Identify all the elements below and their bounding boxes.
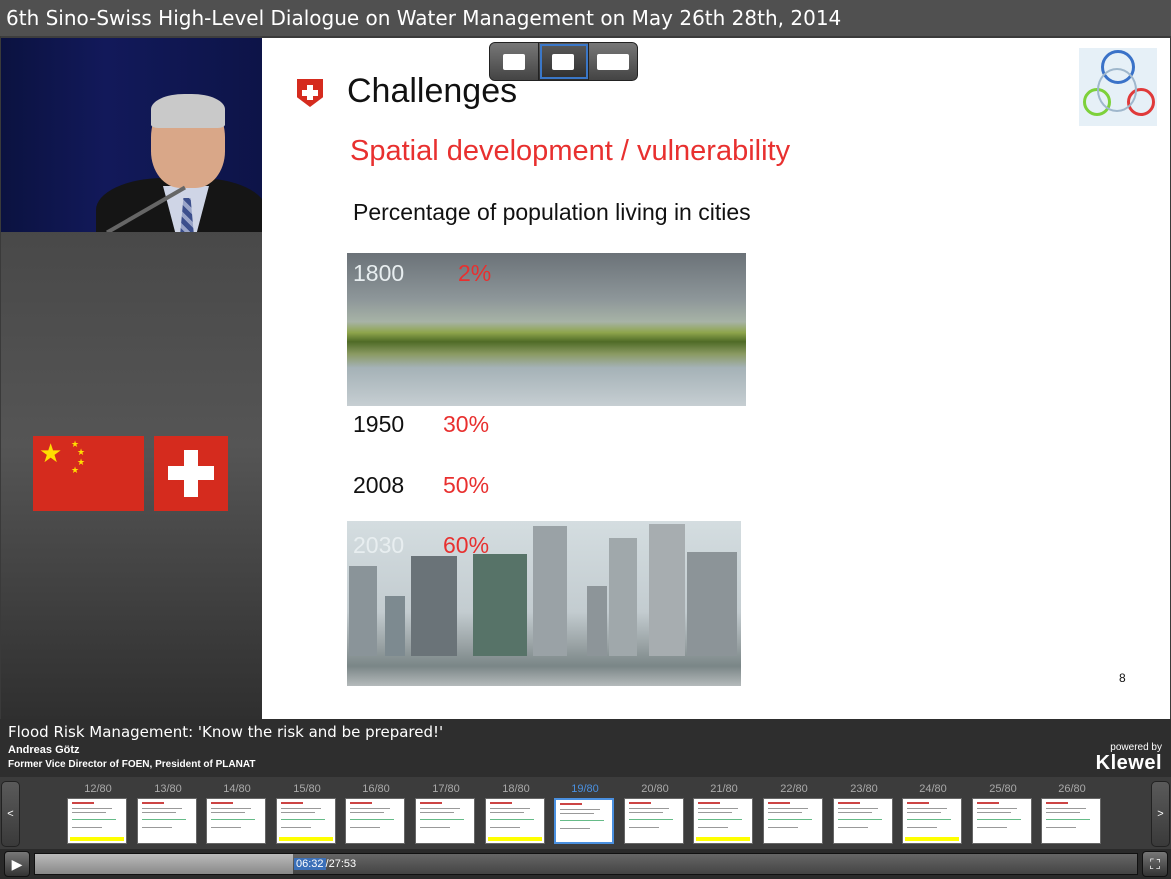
slide-thumbnail[interactable]: 13/80 — [137, 782, 199, 846]
speaker-hair — [151, 94, 225, 128]
person-slide-icon — [596, 53, 629, 70]
slide-thumbnail[interactable]: 22/80 — [763, 782, 825, 846]
slide-thumbnail[interactable]: 18/80 — [485, 782, 547, 846]
thumbnail-preview — [902, 798, 962, 844]
thumbnail-number: 14/80 — [223, 783, 251, 795]
person-icon — [503, 53, 526, 70]
time-display: 06:32/27:53 — [286, 854, 356, 874]
thumbnail-number: 22/80 — [780, 783, 808, 795]
slide-subtitle: Spatial development / vulnerability — [350, 135, 791, 167]
talk-title: Flood Risk Management: 'Know the risk an… — [8, 723, 444, 741]
thumbnail-preview — [276, 798, 336, 844]
thumbnail-preview — [972, 798, 1032, 844]
klewel-logo[interactable]: Klewel — [1096, 752, 1162, 775]
slide-thumbnail[interactable]: 12/80 — [67, 782, 129, 846]
thumbnail-preview — [206, 798, 266, 844]
thumbnail-preview — [763, 798, 823, 844]
thumbnail-number: 19/80 — [571, 783, 599, 795]
window-title: 6th Sino-Swiss High-Level Dialogue on Wa… — [0, 0, 1171, 36]
speaker-video[interactable] — [1, 38, 262, 232]
thumbnail-preview — [137, 798, 197, 844]
slide-thumbnail[interactable]: 19/80 — [554, 782, 616, 846]
slide-thumbnail[interactable]: 23/80 — [833, 782, 895, 846]
talk-info-bar: Flood Risk Management: 'Know the risk an… — [0, 719, 1171, 777]
fullscreen-button[interactable]: ⛶ — [1142, 851, 1168, 877]
thumbnail-number: 13/80 — [154, 783, 182, 795]
slide-thumbnail[interactable]: 17/80 — [415, 782, 477, 846]
thumbnails-next-button[interactable]: > — [1151, 781, 1170, 847]
slide-thumbnail[interactable]: 25/80 — [972, 782, 1034, 846]
slide-icon — [552, 53, 575, 70]
thumbnail-number: 16/80 — [362, 783, 390, 795]
thumbnail-number: 21/80 — [710, 783, 738, 795]
china-flag-icon: ★ ★ ★ ★ ★ — [33, 436, 144, 511]
view-slides-button[interactable] — [539, 43, 589, 80]
thumbnail-number: 15/80 — [293, 783, 321, 795]
progress-fill — [35, 854, 294, 874]
switzerland-flag-icon — [154, 436, 228, 511]
thumbnails-prev-button[interactable]: < — [1, 781, 20, 847]
year-1800: 1800 — [353, 260, 405, 286]
percent-1950: 30% — [443, 411, 490, 437]
year-1950: 1950 — [353, 411, 405, 437]
thumbnail-preview — [485, 798, 545, 844]
thumbnail-preview — [693, 798, 753, 844]
duration: /27:53 — [325, 858, 357, 870]
landscape-image — [347, 253, 746, 406]
progress-bar[interactable]: 06:32/27:53 — [34, 853, 1138, 875]
thumbnail-preview — [415, 798, 475, 844]
view-video-and-slides-button[interactable] — [588, 43, 637, 80]
fullscreen-icon: ⛶ — [1150, 855, 1160, 872]
speaker-name: Andreas Götz — [8, 744, 80, 756]
water-dialogue-logo — [1079, 48, 1157, 126]
slide-thumbnail[interactable]: 15/80 — [276, 782, 338, 846]
thumbnail-preview — [554, 798, 614, 844]
slide-thumbnail[interactable]: 26/80 — [1041, 782, 1103, 846]
skyline-image — [347, 521, 741, 686]
slide-thumbnail[interactable]: 14/80 — [206, 782, 268, 846]
percent-1800: 2% — [458, 260, 492, 286]
thumbnail-number: 12/80 — [84, 783, 112, 795]
current-time: 06:32 — [294, 858, 326, 870]
thumbnail-preview — [67, 798, 127, 844]
slide-thumbnail[interactable]: 20/80 — [624, 782, 686, 846]
slide-heading: Percentage of population living in citie… — [353, 199, 751, 225]
thumbnail-number: 18/80 — [502, 783, 530, 795]
thumbnail-preview — [833, 798, 893, 844]
play-icon: ▶ — [11, 855, 23, 872]
year-2030: 2030 — [353, 532, 405, 558]
slide-page-number: 8 — [1119, 671, 1126, 685]
year-2008: 2008 — [353, 472, 405, 498]
view-video-button[interactable] — [490, 43, 540, 80]
view-mode-selector — [489, 42, 638, 81]
play-button[interactable]: ▶ — [4, 851, 30, 877]
thumbnail-preview — [1041, 798, 1101, 844]
thumbnail-number: 23/80 — [850, 783, 878, 795]
thumbnail-number: 17/80 — [432, 783, 460, 795]
slide-thumbnail[interactable]: 16/80 — [345, 782, 407, 846]
thumbnail-preview — [624, 798, 684, 844]
thumbnail-number: 24/80 — [919, 783, 947, 795]
slide-thumbnail[interactable]: 24/80 — [902, 782, 964, 846]
percent-2030: 60% — [443, 532, 490, 558]
speaker-role: Former Vice Director of FOEN, President … — [8, 759, 256, 770]
slide-thumbnail[interactable]: 21/80 — [693, 782, 755, 846]
thumbnail-number: 26/80 — [1058, 783, 1086, 795]
thumbnail-number: 25/80 — [989, 783, 1017, 795]
percent-2008: 50% — [443, 472, 490, 498]
thumbnail-number: 20/80 — [641, 783, 669, 795]
thumbnail-preview — [345, 798, 405, 844]
